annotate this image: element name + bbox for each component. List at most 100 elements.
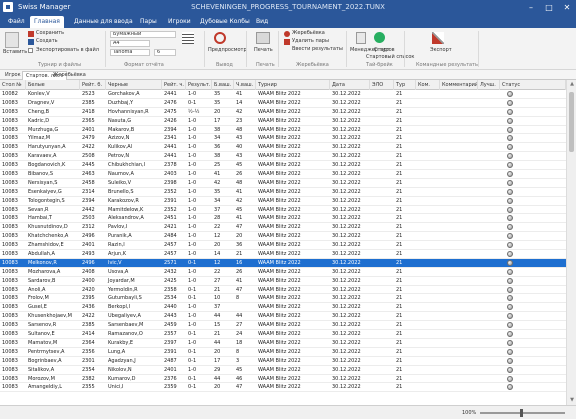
table-row[interactable]: 10083 Amangeldiy,L 2355 Unici,I 2359 0-1 20 47 W… — [0, 383, 566, 393]
cell-team — [416, 117, 440, 125]
tab-player[interactable]: Игрок — [2, 71, 24, 80]
table-row[interactable]: 10083 Bogdanovich,K 2445 Chibukhchian,I 2378… — [0, 161, 566, 171]
font-select[interactable]: Tahoma — [110, 49, 150, 56]
column-header[interactable]: Дата — [330, 80, 370, 90]
column-header[interactable]: Статус — [500, 80, 566, 90]
table-row[interactable]: 10082 Konlev,V 2523 Gorchakov,A 2441 1-0 35 41 W… — [0, 90, 566, 99]
table-row[interactable]: 10083 Morozov,M 2382 Kumarov,D 2376 0-1 44 46 WA… — [0, 375, 566, 384]
table-row[interactable]: 10083 Harutyunyan,A 2422 Kulikov,Al 2441 1-0 3… — [0, 143, 566, 153]
table-row[interactable]: 10083 Zhamshidov,E 2401 Razin,I 2457 1-0 20 36 W… — [0, 241, 566, 251]
table-row[interactable]: 10083 Bibanov,S 2463 Naumov,A 2403 1-0 41 26 WAA… — [0, 170, 566, 179]
column-header[interactable]: Результ. — [186, 80, 212, 90]
table-row[interactable]: 10083 Tologontegin,S 2394 Karakozov,R 2391 1-… — [0, 197, 566, 206]
paste-button-label[interactable]: Вставить — [3, 49, 27, 56]
cell-white-rating: 2414 — [82, 331, 95, 338]
column-header[interactable]: Б.ваш. — [212, 80, 234, 90]
wand-icon[interactable] — [432, 32, 444, 44]
grid-lines-icon[interactable] — [182, 32, 194, 44]
column-header[interactable]: Рейт. ч. — [162, 80, 186, 90]
scroll-down-icon[interactable]: ▼ — [567, 396, 576, 405]
table-row[interactable]: 10083 Khusnutdinov,D 2312 Pavlov,I 2421 1-0 22… — [0, 223, 566, 233]
menu-home[interactable]: Главная — [30, 16, 64, 28]
cell-black-rating: 2425 — [164, 277, 177, 284]
fontsize-select[interactable]: 6 — [154, 49, 176, 56]
menu-pairs[interactable]: Пары — [136, 16, 161, 28]
column-header[interactable]: Турнир — [256, 80, 330, 90]
table-row[interactable]: 10083 Khatchchenko,A 2496 Puranik,A 2484 1-0 1… — [0, 232, 566, 242]
column-header[interactable]: ЭЛО — [370, 80, 394, 90]
vertical-scrollbar[interactable]: ▲ ▼ — [566, 80, 576, 405]
table-row[interactable]: 10083 Sultanov,E 2414 Ramazanov,O 2357 0-1 21 2… — [0, 330, 566, 339]
start-list-button[interactable]: Стартовый список — [366, 54, 414, 61]
printer-icon[interactable] — [256, 32, 270, 44]
column-header[interactable]: Ком. — [416, 80, 440, 90]
table-row[interactable]: 10083 Yilmaz,M 2479 Azizov,N 2341 1-0 34 43 WAAM… — [0, 134, 566, 144]
cell-result: 1-0 — [188, 91, 197, 97]
table-row[interactable]: 10083 Esenkaiyev,G 2314 Brunello,S 2352 1-0 35… — [0, 188, 566, 197]
table-row[interactable]: 10083 Sarsenov,R 2385 Sarsenbaev,M 2459 1-0 15… — [0, 321, 566, 331]
menu-players[interactable]: Игроки — [164, 16, 195, 28]
scroll-up-icon[interactable]: ▲ — [567, 80, 576, 89]
table-row[interactable]: 10083 Gusel,E 2436 Berkopl,I 2440 1-0 37 WAAM B… — [0, 303, 566, 313]
table-row[interactable]: 10083 Mamatov,M 2364 Kurakby,E 2397 1-0 44 18 WA… — [0, 339, 566, 348]
table-row[interactable]: 10083 Pentrmytsev,A 2356 Lung,A 2391 0-1 20 8 WA… — [0, 348, 566, 357]
cell-tournament: WAAM Blitz 2022 — [258, 233, 301, 240]
paste-icon[interactable] — [5, 32, 19, 48]
table-row[interactable]: 10083 Frolov,M 2395 Gutumbayli,S 2534 0-1 10 8 W… — [0, 294, 566, 304]
scroll-thumb[interactable] — [569, 92, 574, 152]
export-to-file-label[interactable]: Экспортировать в файл — [36, 47, 99, 54]
papersize-select[interactable]: А4 — [110, 40, 150, 47]
start-button[interactable]: Старт — [374, 47, 390, 54]
new-button[interactable]: Создать — [36, 38, 58, 45]
column-header[interactable]: Черные — [106, 80, 162, 90]
cell-elo — [370, 117, 394, 125]
play-icon[interactable] — [374, 32, 385, 43]
menu-extra[interactable]: Дубовые Колбы — [196, 16, 254, 28]
table-row[interactable]: 10083 Mozharova,A 2408 Usova,A 2432 1-0 22 26 WA… — [0, 268, 566, 277]
table-row[interactable]: 10083 Abdullah,A 2493 Arjun,K 2457 1-0 14 21 WAA… — [0, 250, 566, 259]
table-row[interactable]: 10083 Dragnev,V 2385 Duzhbaj,Y 2476 0-1 35 14 WA… — [0, 99, 566, 108]
close-button[interactable]: ✕ — [558, 0, 576, 15]
menu-file[interactable]: Файл — [4, 16, 29, 28]
table-row[interactable]: 10083 Karavaev,A 2508 Petrov,N 2441 1-0 38 43 WA… — [0, 152, 566, 162]
pairing-button[interactable]: Жеребьёвка — [292, 30, 325, 37]
maximize-button[interactable]: □ — [540, 0, 558, 15]
column-header[interactable]: Рейт. б. — [80, 80, 106, 90]
export-checkbox[interactable] — [28, 48, 33, 53]
column-header[interactable]: Стол № — [0, 80, 26, 90]
table-row[interactable]: 10083 Bogrinbaev,A 2301 Agadzyan,J 2487 0-1 17… — [0, 357, 566, 366]
document-icon[interactable] — [356, 32, 366, 44]
table-row[interactable]: 10083 Kadric,D 2365 Nasuta,G 2426 1-0 17 23 WAAM… — [0, 117, 566, 126]
table-row[interactable]: 10083 Sevan,R 2442 Mamitdelow,K 2352 1-0 37 45 W… — [0, 206, 566, 215]
column-header[interactable]: Комментарий — [440, 80, 478, 90]
column-header[interactable]: Белые — [26, 80, 80, 90]
cell-black-points: 41 — [236, 91, 243, 97]
cell-elo — [370, 170, 394, 178]
print-button[interactable]: Печать — [254, 47, 273, 54]
preview-magnifier-icon[interactable] — [214, 32, 226, 44]
paper-select[interactable]: Бумажный — [110, 31, 176, 38]
enter-results-button[interactable]: Ввести результаты — [292, 46, 343, 53]
table-row[interactable]: 10083 Sardarov,B 2400 Joyardar,M 2425 1-0 27 41… — [0, 277, 566, 286]
tab-pairing[interactable]: Жеребьёвка — [50, 71, 89, 80]
export-button[interactable]: Экспорт — [430, 47, 452, 54]
table-row[interactable]: 10083 Anoli,A 2420 Yermoldin,R 2358 0-1 21 47 WA… — [0, 286, 566, 295]
menu-view[interactable]: Вид — [252, 16, 272, 28]
table-row[interactable]: 10083 Melkonov,R 2496 Ivic,V 2571 0-1 12 16 WAAM… — [0, 258, 566, 268]
column-header[interactable]: Лучш. — [478, 80, 500, 90]
menu-input[interactable]: Данные для ввода — [70, 16, 137, 28]
minimize-button[interactable]: – — [522, 0, 540, 15]
table-row[interactable]: 10083 Murzhuga,G 2401 Makarov,B 2394 1-0 38 48 W… — [0, 126, 566, 135]
save-button[interactable]: Сохранить — [36, 30, 64, 37]
table-row[interactable]: 10083 Hambai,T 2503 Aleksandrov,A 2451 1-0 28 4… — [0, 214, 566, 224]
cell-result: 0-1 — [188, 286, 197, 293]
table-row[interactable]: 10083 Khusenkhojaev,M 2422 Ubegaliyev,A 2443… — [0, 312, 566, 322]
preview-button[interactable]: Предпросмотр — [208, 47, 247, 54]
table-row[interactable]: 10083 Nersisyan,S 2458 Suleiko,V 2398 1-0 42 48… — [0, 179, 566, 188]
zoom-slider-handle[interactable] — [520, 409, 523, 417]
remove-pairs-button[interactable]: Удалить пары — [292, 38, 329, 45]
column-header[interactable]: Тур — [394, 80, 416, 90]
column-header[interactable]: Ч.ваш. — [234, 80, 256, 90]
table-row[interactable]: 10083 Sitalikov,A 2354 Nikolov,N 2401 1-0 29 45… — [0, 366, 566, 375]
table-row[interactable]: 10083 Cheng,B 2418 Hovhannisyan,R 2475 ½-½ 20 4… — [0, 108, 566, 117]
